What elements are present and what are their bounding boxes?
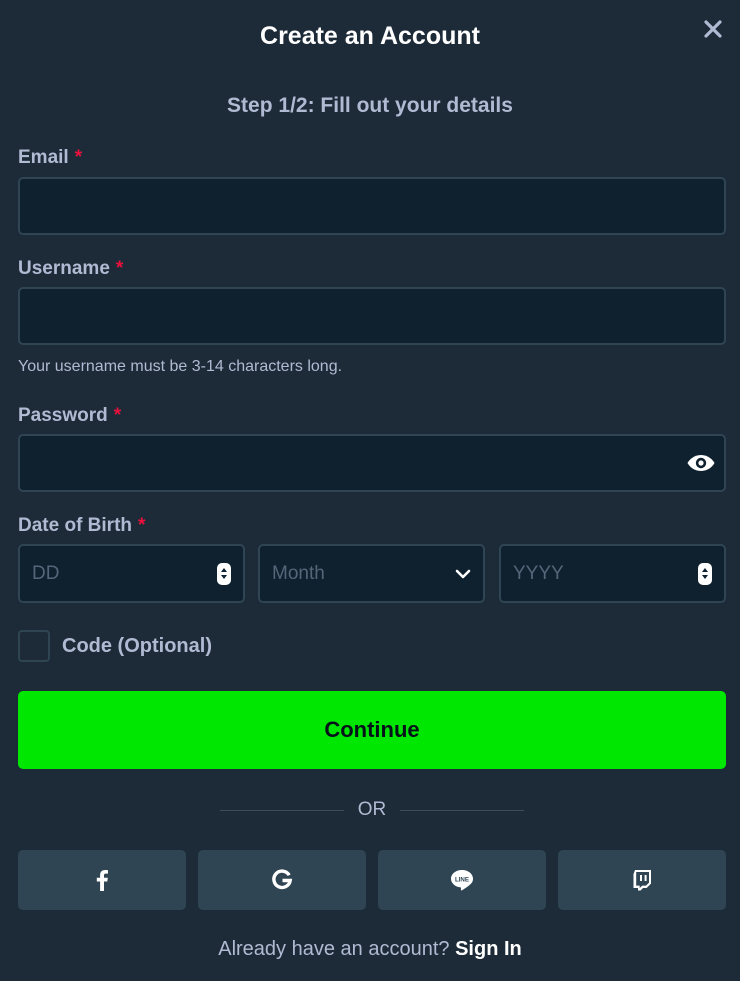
modal-title: Create an Account [260,22,480,50]
or-divider: OR [220,798,524,822]
password-label: Password * [18,405,121,427]
google-login-button[interactable] [198,850,366,910]
dob-label-text: Date of Birth [18,515,132,536]
username-label-text: Username [18,258,110,279]
signin-prompt: Already have an account? Sign In [0,938,740,961]
step-indicator: Step 1/2: Fill out your details [227,94,513,117]
line-icon: LINE [451,870,473,891]
dob-year-input[interactable]: YYYY [499,544,726,603]
dob-day-input[interactable]: DD [18,544,245,603]
continue-button[interactable]: Continue [18,691,726,769]
password-label-text: Password [18,405,108,426]
year-placeholder: YYYY [513,562,564,584]
email-field[interactable] [18,177,726,235]
required-mark: * [74,147,83,168]
close-icon[interactable] [700,16,726,42]
dob-month-select[interactable]: Month [258,544,485,603]
eye-icon[interactable] [686,452,716,474]
twitch-icon [633,870,651,891]
code-label: Code (Optional) [62,635,212,657]
email-label-text: Email [18,147,69,168]
day-placeholder: DD [32,562,60,584]
required-mark: * [113,405,122,426]
spinner-icon[interactable] [698,562,712,585]
divider-line [400,809,524,811]
facebook-icon [96,870,108,891]
signin-prompt-text: Already have an account? [218,938,450,960]
email-label: Email * [18,147,82,169]
username-label: Username * [18,258,123,280]
month-placeholder: Month [272,562,325,584]
spinner-icon[interactable] [217,562,231,585]
google-icon [272,869,293,890]
password-field[interactable] [18,434,726,492]
divider-line [220,809,344,811]
line-login-button[interactable]: LINE [378,850,546,910]
sign-in-link[interactable]: Sign In [455,938,522,960]
chevron-down-icon [455,569,471,578]
required-mark: * [115,258,124,279]
svg-text:LINE: LINE [455,876,469,883]
username-hint: Your username must be 3-14 characters lo… [18,358,343,375]
required-mark: * [138,515,146,536]
dob-label: Date of Birth * [18,515,145,537]
code-checkbox[interactable] [18,630,50,662]
create-account-modal: Create an Account Step 1/2: Fill out you… [0,0,740,981]
username-field[interactable] [18,287,726,345]
or-text: OR [357,799,387,820]
twitch-login-button[interactable] [558,850,726,910]
facebook-login-button[interactable] [18,850,186,910]
